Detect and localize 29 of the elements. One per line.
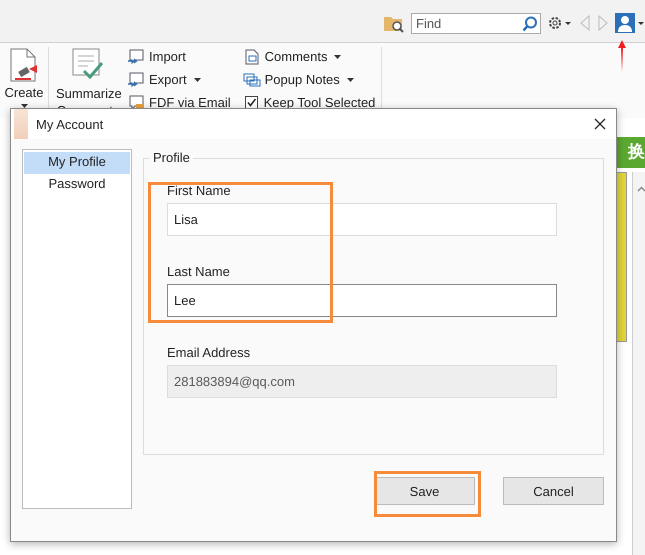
search-field[interactable]: Find	[411, 12, 541, 34]
ribbon-button[interactable]: Export	[127, 70, 231, 89]
search-icon[interactable]	[522, 16, 538, 32]
speech-bubble-icon	[127, 48, 145, 64]
save-button[interactable]: Save	[374, 477, 475, 505]
gear-icon[interactable]	[547, 15, 573, 31]
ribbon-button[interactable]: Import	[127, 47, 231, 66]
banner-text: 换	[615, 137, 645, 168]
field-label: Last Name	[167, 264, 231, 279]
cancel-button[interactable]: Cancel	[503, 477, 604, 505]
user-icon[interactable]	[615, 13, 645, 33]
ribbon-menu-button[interactable]: Popup Notes	[242, 70, 376, 89]
group-title: Profile	[150, 150, 193, 165]
ribbon-menu-button[interactable]: Comments	[242, 47, 376, 66]
nav-item[interactable]: Password	[24, 174, 130, 196]
close-icon[interactable]	[594, 118, 606, 130]
dialog-title: My Account	[36, 116, 104, 132]
speech-bubbles-icon	[242, 72, 261, 88]
nav-item[interactable]: My Profile	[24, 152, 130, 174]
input-field[interactable]: Lee	[167, 284, 557, 317]
collapse-icon[interactable]	[637, 186, 645, 192]
document-icon	[242, 48, 261, 64]
create-button[interactable]: Create	[0, 47, 48, 108]
field-label: Email Address	[167, 345, 252, 360]
checkmark-icon	[246, 97, 257, 108]
app-icon	[14, 109, 28, 139]
input-field[interactable]: Lisa	[167, 203, 557, 236]
speech-bubble-icon	[127, 72, 145, 88]
field-label: First Name	[167, 183, 232, 198]
